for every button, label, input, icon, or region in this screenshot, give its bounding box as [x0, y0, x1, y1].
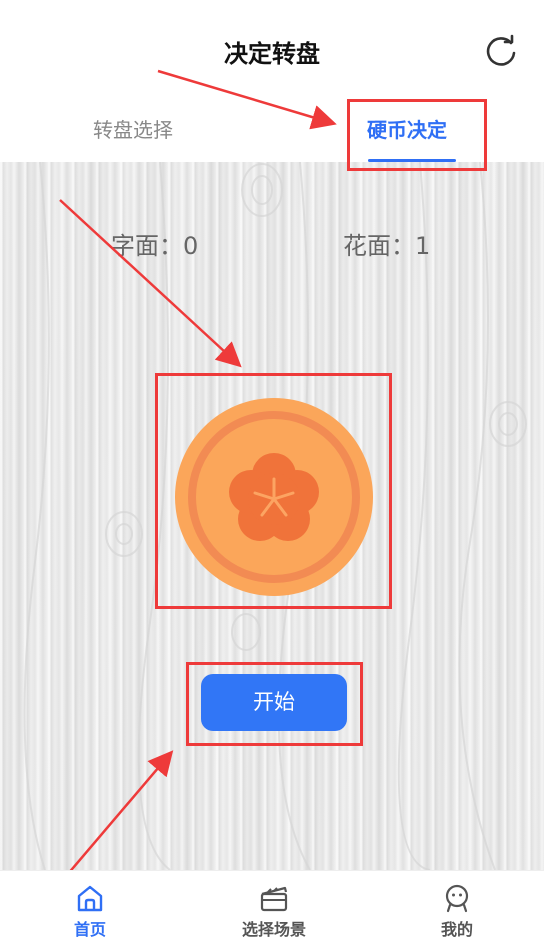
header: 决定转盘: [0, 0, 544, 100]
nav-mine-label: 我的: [440, 920, 473, 939]
home-icon: [77, 885, 103, 912]
nav-select-scene-label: 选择场景: [241, 920, 306, 939]
page-title: 决定转盘: [224, 40, 320, 68]
tab-wheel-select[interactable]: 转盘选择: [93, 114, 173, 143]
smiley-user-icon: [445, 884, 469, 913]
refresh-icon[interactable]: [482, 33, 520, 71]
nav-select-scene[interactable]: 选择场景: [214, 871, 334, 949]
nav-mine[interactable]: 我的: [397, 871, 517, 949]
app-page: 决定转盘 转盘选择 硬币决定 字面：0 花面：1 开始 首页 选择场景 我的: [0, 0, 544, 949]
nav-home-label: 首页: [73, 920, 106, 939]
clapperboard-icon: [260, 886, 288, 912]
nav-home[interactable]: 首页: [30, 871, 150, 949]
back-count: 花面：1: [343, 232, 431, 260]
tab-bar: 转盘选择 硬币决定: [0, 100, 544, 162]
coin[interactable]: [175, 398, 373, 596]
start-button[interactable]: 开始: [201, 674, 347, 731]
bottom-nav: 首页 选择场景 我的: [0, 870, 544, 949]
tab-coin-decide[interactable]: 硬币决定: [367, 114, 447, 143]
front-count: 字面：0: [111, 232, 199, 260]
